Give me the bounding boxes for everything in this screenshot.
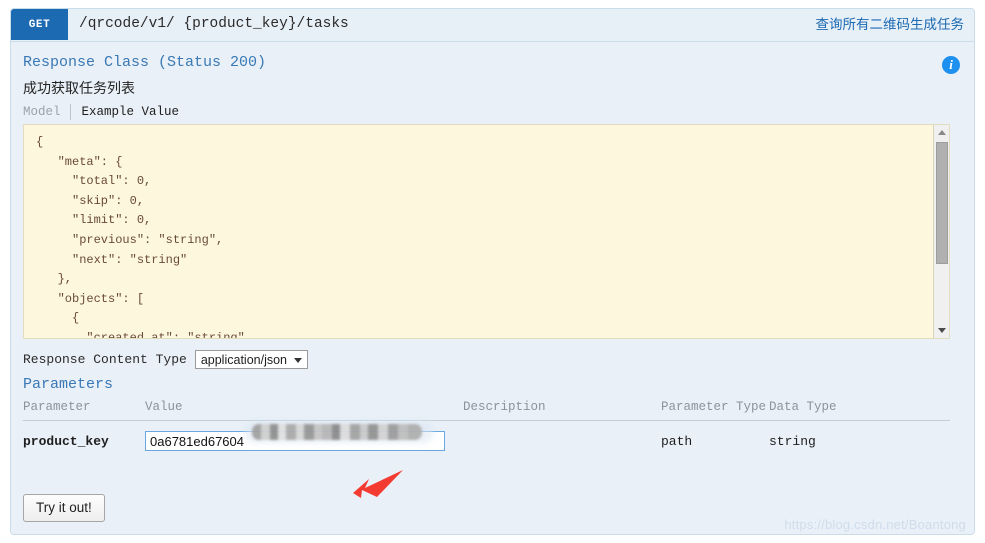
response-class-title: Response Class (Status 200) <box>23 54 267 71</box>
tab-example-value[interactable]: Example Value <box>69 104 189 120</box>
chevron-down-icon <box>294 358 302 363</box>
response-content-type-row: Response Content Type application/json <box>23 350 308 369</box>
column-header-description: Description <box>463 400 661 421</box>
table-row: product_key path string <box>23 421 950 460</box>
info-icon[interactable]: i <box>942 56 960 74</box>
scroll-down-arrow-icon[interactable] <box>934 323 949 338</box>
model-tabs: Model Example Value <box>23 104 188 120</box>
operation-summary-link[interactable]: 查询所有二维码生成任务 <box>816 9 965 40</box>
response-class-description: 成功获取任务列表 <box>23 80 135 96</box>
product-key-input[interactable] <box>145 431 445 451</box>
table-header-row: Parameter Value Description Parameter Ty… <box>23 400 950 421</box>
api-operation-panel: GET /qrcode/v1/ {product_key}/tasks 查询所有… <box>10 8 975 535</box>
parameter-value-cell <box>145 421 463 460</box>
parameters-table: Parameter Value Description Parameter Ty… <box>23 400 950 459</box>
operation-heading[interactable]: GET /qrcode/v1/ {product_key}/tasks 查询所有… <box>11 9 974 42</box>
scroll-up-arrow-icon[interactable] <box>934 125 949 140</box>
example-value-scrollbar[interactable] <box>933 125 949 338</box>
column-header-parameter: Parameter <box>23 400 145 421</box>
scrollbar-thumb[interactable] <box>936 142 948 264</box>
response-content-type-value: application/json <box>200 353 287 367</box>
column-header-data-type: Data Type <box>769 400 950 421</box>
watermark: https://blog.csdn.net/Boantong <box>784 517 966 532</box>
column-header-value: Value <box>145 400 463 421</box>
response-content-type-select[interactable]: application/json <box>194 350 308 369</box>
column-header-parameter-type: Parameter Type <box>661 400 769 421</box>
try-it-out-button[interactable]: Try it out! <box>23 494 105 522</box>
parameter-name: product_key <box>23 433 109 449</box>
operation-content: i Response Class (Status 200) 成功获取任务列表 M… <box>11 42 974 534</box>
parameters-title: Parameters <box>23 376 114 393</box>
http-method-badge: GET <box>11 9 68 40</box>
tab-model[interactable]: Model <box>23 104 70 120</box>
parameter-type: path <box>661 433 693 449</box>
annotation-arrow-parameters-icon <box>353 470 403 498</box>
example-value-code: { "meta": { "total": 0, "skip": 0, "limi… <box>36 135 245 339</box>
response-content-type-label: Response Content Type <box>23 352 187 367</box>
example-value-container: { "meta": { "total": 0, "skip": 0, "limi… <box>23 124 950 339</box>
parameter-description <box>463 421 661 460</box>
parameter-data-type: string <box>769 433 816 449</box>
operation-path: /qrcode/v1/ {product_key}/tasks <box>79 16 349 32</box>
